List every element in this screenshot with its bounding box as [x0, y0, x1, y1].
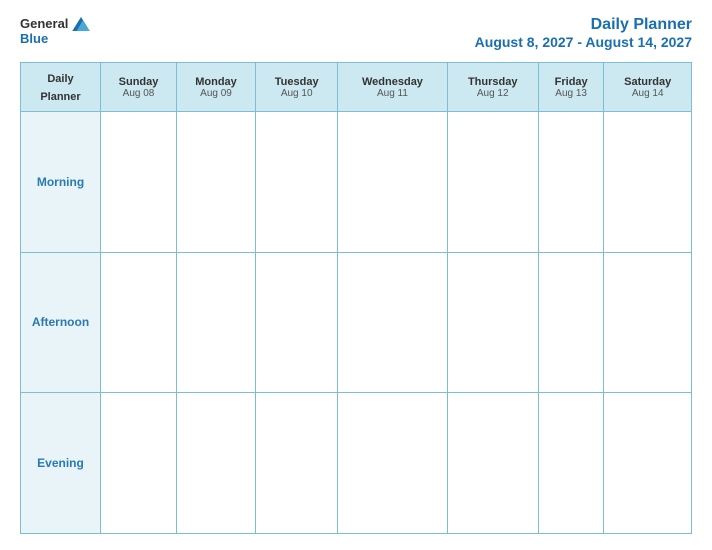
morning-monday[interactable] [177, 112, 256, 253]
col-header-wednesday: Wednesday Aug 11 [338, 63, 447, 112]
date-range: August 8, 2027 - August 14, 2027 [475, 34, 692, 50]
col-header-thursday: Thursday Aug 12 [447, 63, 538, 112]
col-day-sunday: Sunday [105, 76, 172, 88]
logo-blue: Blue [20, 31, 48, 46]
col-header-monday: Monday Aug 09 [177, 63, 256, 112]
col-date-wednesday: Aug 11 [342, 88, 442, 99]
afternoon-saturday[interactable] [604, 252, 692, 393]
page-title: Daily Planner [475, 16, 692, 34]
col-header-saturday: Saturday Aug 14 [604, 63, 692, 112]
evening-row: Evening [21, 393, 692, 534]
logo-text: General [20, 16, 90, 31]
morning-tuesday[interactable] [255, 112, 337, 253]
title-area: Daily Planner August 8, 2027 - August 14… [475, 16, 692, 50]
evening-label: Evening [21, 393, 101, 534]
header-row: Daily Planner Sunday Aug 08 Monday Aug 0… [21, 63, 692, 112]
evening-wednesday[interactable] [338, 393, 447, 534]
label-header-cell: Daily Planner [21, 63, 101, 112]
morning-label: Morning [21, 112, 101, 253]
afternoon-sunday[interactable] [101, 252, 177, 393]
evening-monday[interactable] [177, 393, 256, 534]
col-date-monday: Aug 09 [181, 88, 251, 99]
afternoon-monday[interactable] [177, 252, 256, 393]
evening-tuesday[interactable] [255, 393, 337, 534]
page: General Blue Daily Planner August 8, 202… [0, 0, 712, 550]
morning-thursday[interactable] [447, 112, 538, 253]
evening-sunday[interactable] [101, 393, 177, 534]
afternoon-friday[interactable] [538, 252, 604, 393]
col-date-sunday: Aug 08 [105, 88, 172, 99]
evening-friday[interactable] [538, 393, 604, 534]
afternoon-label: Afternoon [21, 252, 101, 393]
col-header-sunday: Sunday Aug 08 [101, 63, 177, 112]
col-day-thursday: Thursday [452, 76, 534, 88]
col-date-tuesday: Aug 10 [260, 88, 333, 99]
morning-friday[interactable] [538, 112, 604, 253]
morning-wednesday[interactable] [338, 112, 447, 253]
col-day-friday: Friday [543, 76, 600, 88]
col-header-tuesday: Tuesday Aug 10 [255, 63, 337, 112]
col-day-monday: Monday [181, 76, 251, 88]
afternoon-wednesday[interactable] [338, 252, 447, 393]
afternoon-thursday[interactable] [447, 252, 538, 393]
afternoon-row: Afternoon [21, 252, 692, 393]
col-date-saturday: Aug 14 [608, 88, 687, 99]
morning-saturday[interactable] [604, 112, 692, 253]
logo-general: General [20, 16, 68, 31]
evening-thursday[interactable] [447, 393, 538, 534]
afternoon-tuesday[interactable] [255, 252, 337, 393]
col-date-thursday: Aug 12 [452, 88, 534, 99]
col-day-wednesday: Wednesday [342, 76, 442, 88]
label-header-line1: Daily [47, 73, 73, 85]
general-blue-icon [72, 17, 90, 31]
calendar-table: Daily Planner Sunday Aug 08 Monday Aug 0… [20, 62, 692, 534]
label-header-line2: Planner [40, 91, 80, 103]
logo-area: General Blue [20, 16, 90, 46]
morning-row: Morning [21, 112, 692, 253]
header: General Blue Daily Planner August 8, 202… [20, 16, 692, 50]
evening-saturday[interactable] [604, 393, 692, 534]
col-header-friday: Friday Aug 13 [538, 63, 604, 112]
col-date-friday: Aug 13 [543, 88, 600, 99]
col-day-saturday: Saturday [608, 76, 687, 88]
morning-sunday[interactable] [101, 112, 177, 253]
col-day-tuesday: Tuesday [260, 76, 333, 88]
